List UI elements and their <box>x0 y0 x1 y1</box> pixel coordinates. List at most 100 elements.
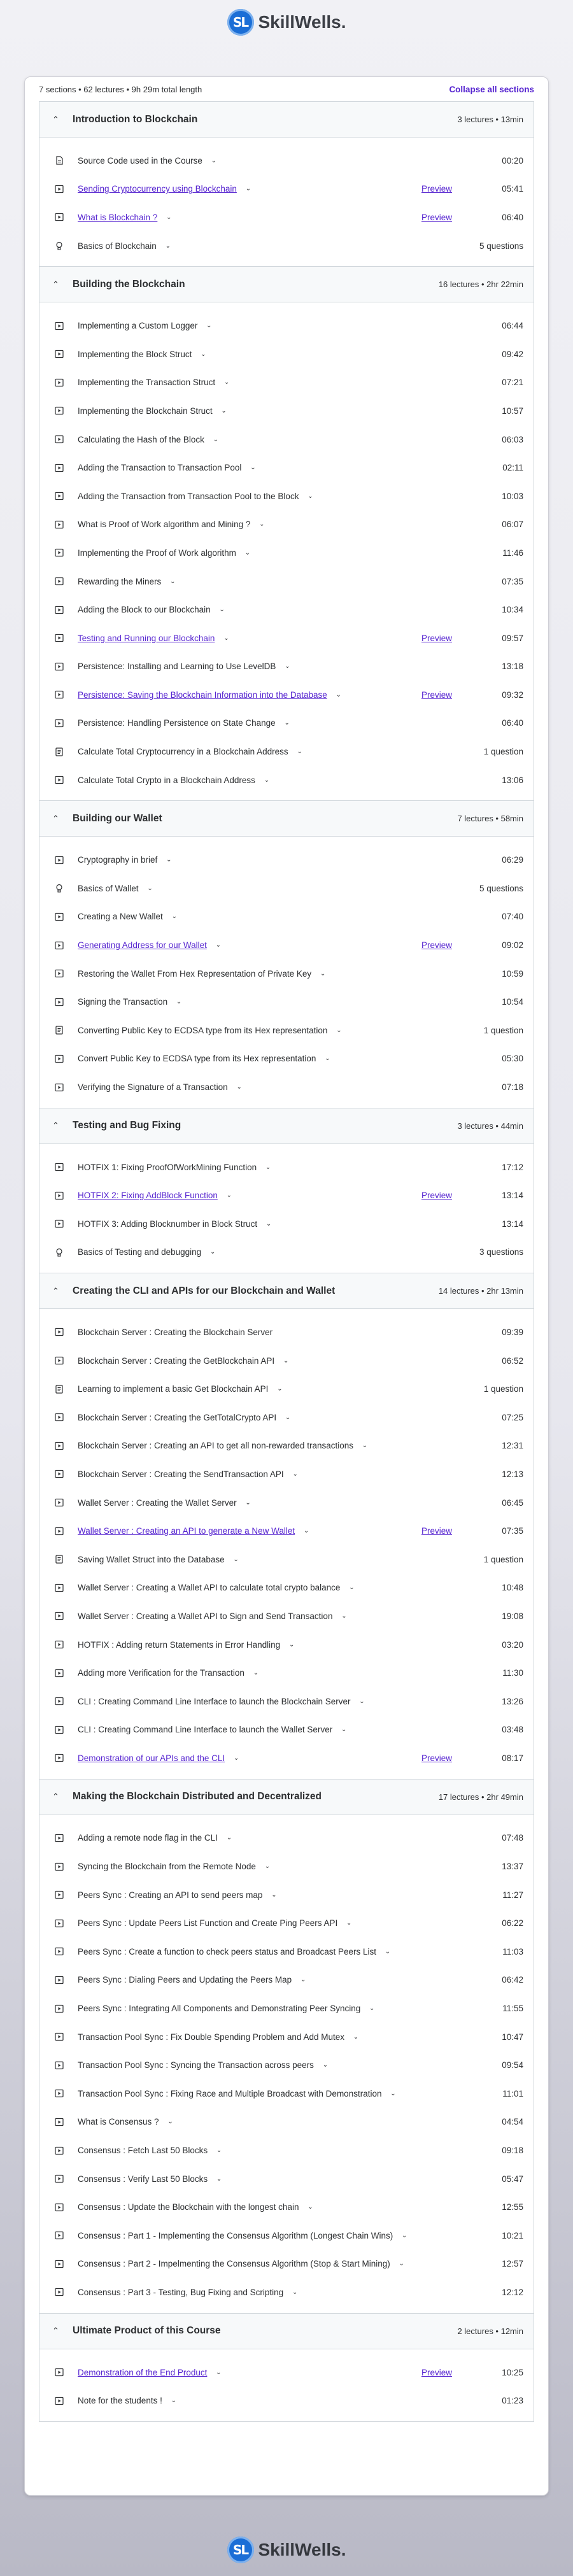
section-header[interactable]: ⌃ Making the Blockchain Distributed and D… <box>39 1779 534 1815</box>
chevron-down-icon[interactable]: ⌄ <box>305 491 315 501</box>
chevron-down-icon[interactable]: ⌄ <box>281 1355 291 1366</box>
chevron-down-icon[interactable]: ⌄ <box>339 1725 349 1735</box>
chevron-down-icon[interactable]: ⌄ <box>257 520 267 530</box>
chevron-down-icon[interactable]: ⌄ <box>262 1862 272 1872</box>
chevron-down-icon[interactable]: ⌄ <box>282 662 292 672</box>
chevron-down-icon[interactable]: ⌄ <box>243 1497 253 1508</box>
chevron-down-icon[interactable]: ⌄ <box>322 1054 332 1064</box>
chevron-down-icon[interactable]: ⌄ <box>243 548 253 558</box>
chevron-down-icon[interactable]: ⌄ <box>198 349 208 359</box>
chevron-down-icon[interactable]: ⌄ <box>248 463 258 473</box>
lecture-title[interactable]: Demonstration of the End Product <box>78 2368 207 2377</box>
chevron-down-icon[interactable]: ⌄ <box>167 576 178 586</box>
chevron-down-icon[interactable]: ⌄ <box>320 2060 330 2070</box>
chevron-down-icon[interactable]: ⌄ <box>351 2032 361 2042</box>
chevron-down-icon[interactable]: ⌄ <box>169 2396 179 2406</box>
chevron-down-icon[interactable]: ⌄ <box>334 690 344 700</box>
section-header[interactable]: ⌃ Building our Wallet 7 lectures • 58min <box>39 801 534 837</box>
preview-link[interactable]: Preview <box>421 184 452 194</box>
chevron-down-icon[interactable]: ⌄ <box>211 434 221 444</box>
chevron-down-icon[interactable]: ⌄ <box>305 2202 315 2212</box>
chevron-down-icon[interactable]: ⌄ <box>264 1219 274 1229</box>
section-header[interactable]: ⌃ Building the Blockchain 16 lectures • 2h… <box>39 267 534 303</box>
chevron-down-icon[interactable]: ⌄ <box>357 1696 367 1706</box>
chevron-down-icon[interactable]: ⌄ <box>367 2004 377 2014</box>
chevron-down-icon[interactable]: ⌄ <box>213 2367 223 2377</box>
chevron-down-icon[interactable]: ⌄ <box>346 1583 357 1593</box>
chevron-down-icon[interactable]: ⌄ <box>243 184 253 194</box>
section-header[interactable]: ⌃ Introduction to Blockchain 3 lectures • … <box>39 102 534 138</box>
preview-link[interactable]: Preview <box>421 633 452 643</box>
chevron-down-icon[interactable]: ⌄ <box>251 1668 261 1678</box>
chevron-down-icon[interactable]: ⌄ <box>298 1975 308 1985</box>
chevron-down-icon[interactable]: ⌄ <box>209 155 219 166</box>
lecture-title[interactable]: Demonstration of our APIs and the CLI <box>78 1753 225 1763</box>
chevron-down-icon[interactable]: ⌄ <box>219 406 229 416</box>
chevron-down-icon[interactable]: ⌄ <box>301 1526 311 1536</box>
lecture-title: Adding a remote node flag in the CLI <box>78 1833 218 1843</box>
section-header[interactable]: ⌃ Creating the CLI and APIs for our Block… <box>39 1273 534 1310</box>
chevron-down-icon[interactable]: ⌄ <box>397 2259 407 2269</box>
chevron-down-icon[interactable]: ⌄ <box>164 855 174 865</box>
chevron-down-icon[interactable]: ⌄ <box>360 1441 370 1451</box>
chevron-down-icon[interactable]: ⌄ <box>204 321 214 331</box>
lecture-title[interactable]: Wallet Server : Creating an API to gener… <box>78 1526 295 1536</box>
chevron-down-icon[interactable]: ⌄ <box>208 1247 218 1257</box>
chevron-down-icon[interactable]: ⌄ <box>334 1025 344 1035</box>
preview-link[interactable]: Preview <box>421 940 452 950</box>
chevron-down-icon[interactable]: ⌄ <box>295 747 305 757</box>
chevron-down-icon[interactable]: ⌄ <box>145 883 155 893</box>
chevron-down-icon[interactable]: ⌄ <box>164 212 174 222</box>
chevron-down-icon[interactable]: ⌄ <box>269 1890 279 1900</box>
chevron-down-icon[interactable]: ⌄ <box>214 2174 224 2184</box>
lecture-duration: 04:54 <box>502 2117 523 2127</box>
chevron-down-icon[interactable]: ⌄ <box>290 2287 300 2297</box>
lecture-title[interactable]: Testing and Running our Blockchain <box>78 633 215 643</box>
lecture-title[interactable]: Persistence: Saving the Blockchain Infor… <box>78 690 327 700</box>
chevron-down-icon[interactable]: ⌄ <box>231 1554 241 1564</box>
section-header[interactable]: ⌃ Ultimate Product of this Course 2 lectur… <box>39 2313 534 2349</box>
chevron-down-icon[interactable]: ⌄ <box>282 718 292 728</box>
chevron-down-icon[interactable]: ⌄ <box>174 997 184 1007</box>
collapse-all-button[interactable]: Collapse all sections <box>449 85 534 94</box>
chevron-down-icon[interactable]: ⌄ <box>399 2230 409 2240</box>
chevron-down-icon[interactable]: ⌄ <box>234 1082 244 1093</box>
preview-link[interactable]: Preview <box>421 1753 452 1763</box>
preview-link[interactable]: Preview <box>421 213 452 222</box>
chevron-down-icon[interactable]: ⌄ <box>318 968 328 979</box>
chevron-down-icon[interactable]: ⌄ <box>224 1191 234 1201</box>
chevron-down-icon[interactable]: ⌄ <box>221 633 231 643</box>
lecture-duration: 07:35 <box>502 576 523 586</box>
chevron-down-icon[interactable]: ⌄ <box>163 241 173 251</box>
chevron-down-icon[interactable]: ⌄ <box>222 378 232 388</box>
chevron-down-icon[interactable]: ⌄ <box>262 775 272 785</box>
chevron-down-icon[interactable]: ⌄ <box>283 1412 293 1422</box>
preview-link[interactable]: Preview <box>421 1191 452 1200</box>
lecture-title[interactable]: Sending Cryptocurrency using Blockchain <box>78 184 237 194</box>
chevron-down-icon[interactable]: ⌄ <box>231 1753 241 1763</box>
chevron-down-icon[interactable]: ⌄ <box>339 1611 349 1621</box>
lecture-item: Creating a New Wallet ⌄ 07:40 <box>39 903 534 931</box>
chevron-down-icon[interactable]: ⌄ <box>388 2088 398 2098</box>
lecture-title[interactable]: What is Blockchain ? <box>78 213 157 222</box>
play-video-icon <box>55 605 64 614</box>
preview-link[interactable]: Preview <box>421 2368 452 2377</box>
chevron-down-icon[interactable]: ⌄ <box>344 1918 354 1928</box>
preview-link[interactable]: Preview <box>421 1526 452 1536</box>
chevron-down-icon[interactable]: ⌄ <box>286 1639 297 1650</box>
lecture-title[interactable]: HOTFIX 2: Fixing AddBlock Function <box>78 1191 218 1200</box>
chevron-down-icon[interactable]: ⌄ <box>274 1384 285 1394</box>
chevron-down-icon[interactable]: ⌄ <box>213 940 223 951</box>
chevron-down-icon[interactable]: ⌄ <box>169 912 180 922</box>
chevron-down-icon[interactable]: ⌄ <box>290 1469 301 1479</box>
lecture-title[interactable]: Generating Address for our Wallet <box>78 940 207 950</box>
chevron-down-icon[interactable]: ⌄ <box>217 605 227 615</box>
section-header[interactable]: ⌃ Testing and Bug Fixing 3 lectures • 44mi… <box>39 1108 534 1144</box>
preview-link[interactable]: Preview <box>421 690 452 700</box>
lecture-duration: 07:21 <box>502 378 523 388</box>
chevron-down-icon[interactable]: ⌄ <box>263 1162 273 1172</box>
chevron-down-icon[interactable]: ⌄ <box>166 2117 176 2127</box>
chevron-down-icon[interactable]: ⌄ <box>224 1833 234 1843</box>
chevron-down-icon[interactable]: ⌄ <box>383 1946 393 1957</box>
chevron-down-icon[interactable]: ⌄ <box>214 2146 224 2156</box>
